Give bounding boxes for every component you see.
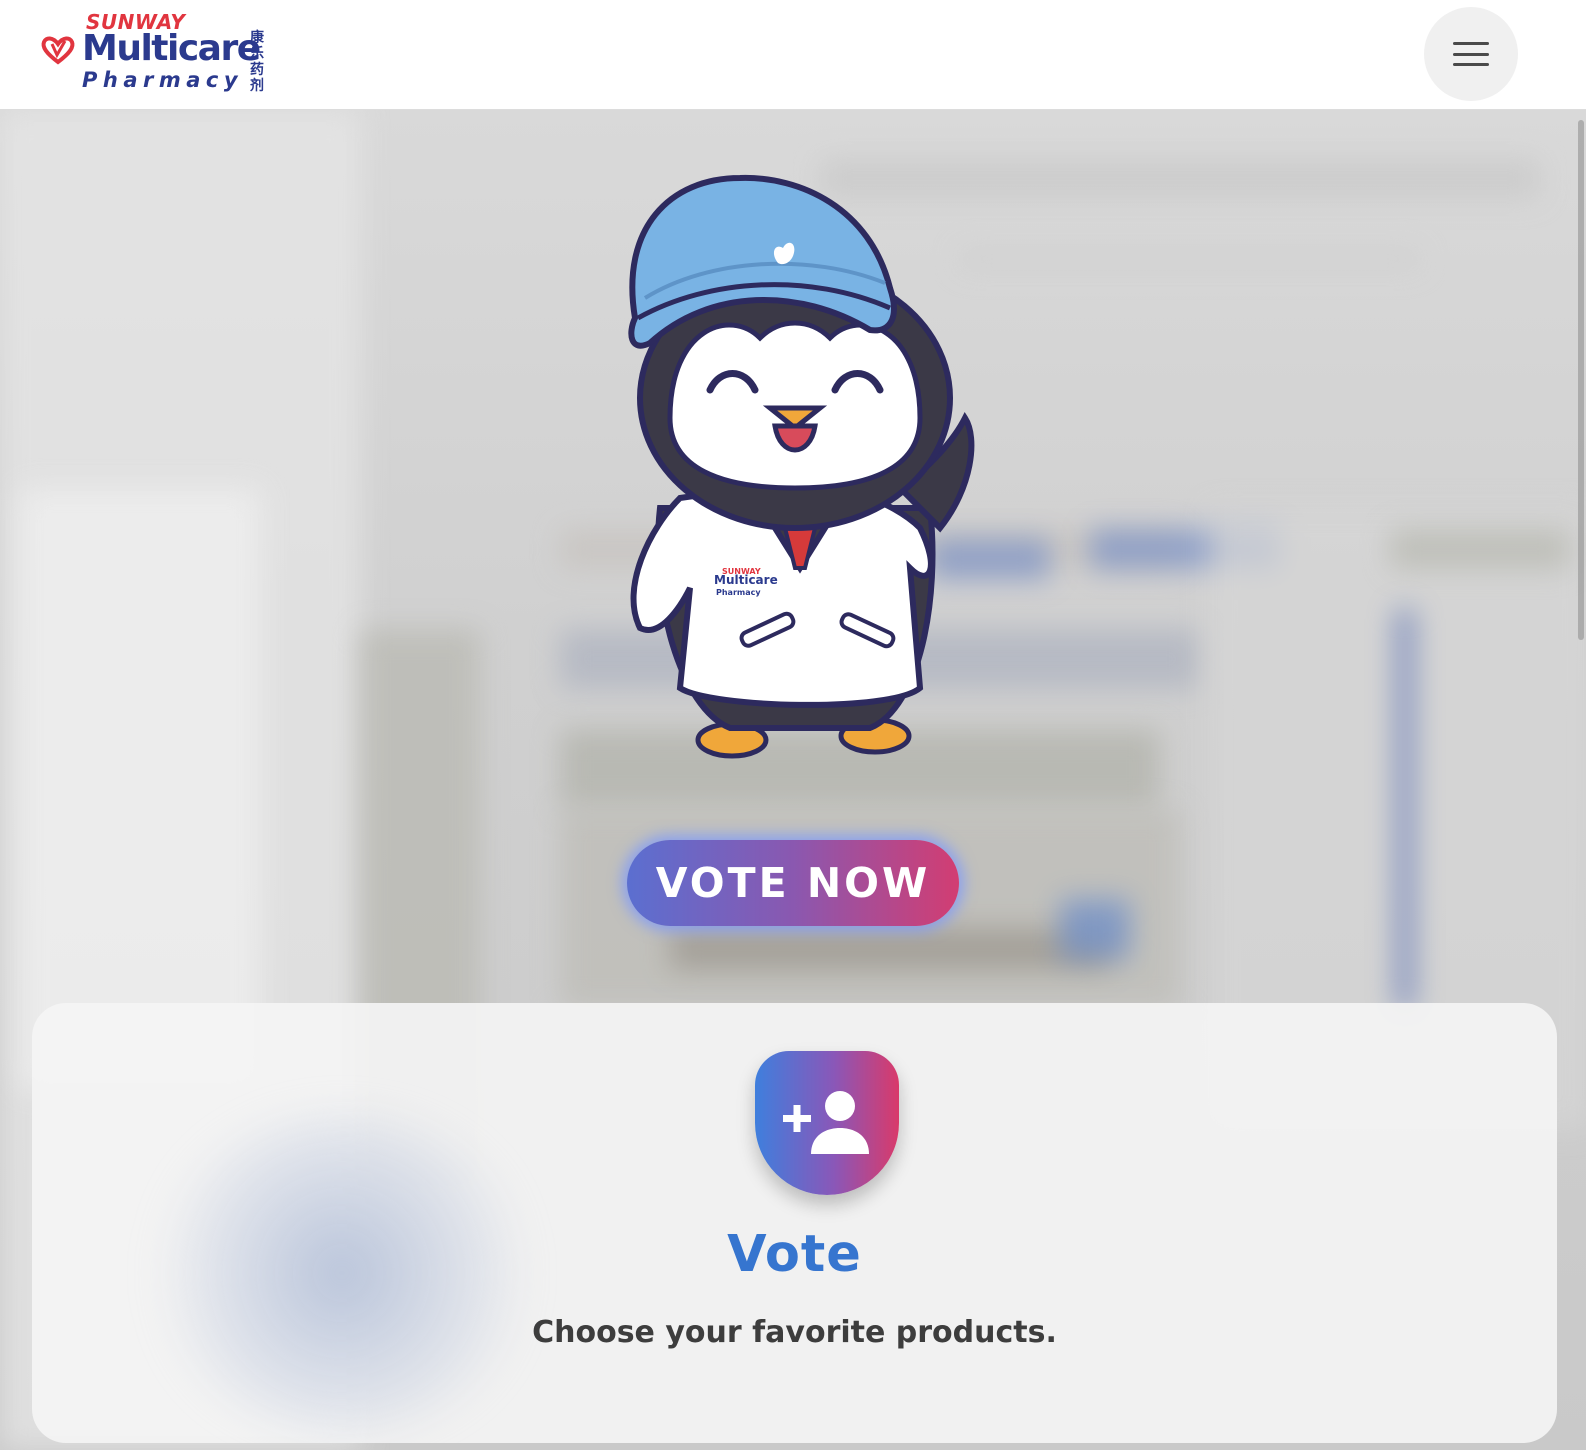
card-description: Choose your favorite products. bbox=[532, 1315, 1057, 1350]
menu-button[interactable] bbox=[1424, 7, 1518, 101]
heart-icon bbox=[41, 36, 75, 65]
penguin-pharmacist-mascot: SUNWAY Multicare Pharmacy bbox=[628, 174, 975, 759]
page-scrollbar[interactable] bbox=[1578, 120, 1584, 640]
card-title: Vote bbox=[727, 1225, 862, 1284]
sunway-multicare-logo[interactable]: SUNWAY Multicare Pharmacy 康乐药剂 bbox=[40, 8, 280, 100]
logo-pharmacy-text: Pharmacy bbox=[82, 68, 244, 92]
logo-chinese-text: 康乐药剂 bbox=[250, 30, 264, 94]
logo-multicare-text: Multicare bbox=[82, 28, 261, 69]
site-header: SUNWAY Multicare Pharmacy 康乐药剂 bbox=[0, 0, 1586, 110]
hamburger-menu-icon bbox=[1453, 42, 1489, 66]
add-user-icon-badge bbox=[755, 1051, 899, 1195]
coat-brand-main: Multicare bbox=[714, 573, 778, 587]
add-user-icon bbox=[783, 1091, 869, 1154]
coat-brand-sub: Pharmacy bbox=[716, 588, 761, 597]
vote-now-button[interactable]: VOTE NOW bbox=[627, 840, 959, 926]
vote-feature-card[interactable]: Vote Choose your favorite products. bbox=[32, 1003, 1557, 1443]
